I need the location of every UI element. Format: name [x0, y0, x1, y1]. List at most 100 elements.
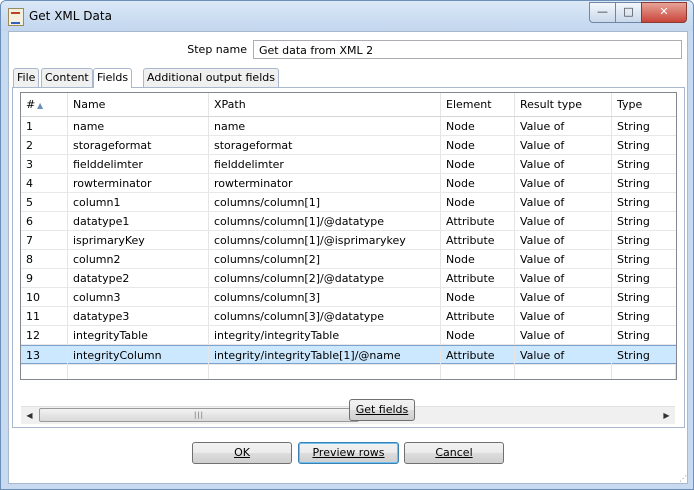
table-row[interactable]: 2 storageformat storageformat Node Value of S…	[21, 136, 676, 155]
get-fields-button[interactable]: Get fields	[349, 399, 415, 421]
empty-cell[interactable]	[209, 364, 441, 379]
cell-name[interactable]: datatype1	[68, 212, 209, 231]
step-name-input[interactable]: Get data from XML 2	[253, 40, 682, 59]
resize-grip-icon[interactable]: ⋰	[679, 474, 691, 486]
cell-name[interactable]: column1	[68, 193, 209, 212]
table-row[interactable]: 13 integrityColumn integrity/integrityTabl…	[21, 345, 676, 365]
cell-type[interactable]: String	[612, 326, 676, 345]
cell-number[interactable]: 1	[21, 117, 68, 136]
cell-number[interactable]: 9	[21, 269, 68, 288]
cell-number[interactable]: 5	[21, 193, 68, 212]
cell-name[interactable]: integrityTable	[68, 326, 209, 345]
cell-name[interactable]: isprimaryKey	[68, 231, 209, 250]
empty-cell[interactable]	[441, 364, 515, 379]
cell-xpath[interactable]: columns/column[3]	[209, 288, 441, 307]
cell-type[interactable]: String	[612, 269, 676, 288]
empty-row[interactable]	[21, 364, 676, 379]
cell-xpath[interactable]: columns/column[2]	[209, 250, 441, 269]
cell-result-type[interactable]: Value of	[515, 117, 612, 136]
preview-rows-button[interactable]: Preview rows	[298, 442, 399, 464]
cell-xpath[interactable]: columns/column[1]	[209, 193, 441, 212]
cell-result-type[interactable]: Value of	[515, 174, 612, 193]
cell-number[interactable]: 3	[21, 155, 68, 174]
cell-name[interactable]: name	[68, 117, 209, 136]
cell-result-type[interactable]: Value of	[515, 193, 612, 212]
title-bar[interactable]: Get XML Data — □ ✕	[1, 1, 693, 31]
table-row[interactable]: 12 integrityTable integrity/integrityTable…	[21, 326, 676, 345]
cell-result-type[interactable]: Value of	[515, 326, 612, 345]
maximize-button[interactable]: □	[615, 2, 642, 23]
table-row[interactable]: 5 column1 columns/column[1] Node Value of Str…	[21, 193, 676, 212]
scrollbar-thumb[interactable]: |||	[39, 408, 359, 422]
minimize-button[interactable]: —	[589, 2, 616, 23]
table-row[interactable]: 10 column3 columns/column[3] Node Value of St…	[21, 288, 676, 307]
cell-xpath[interactable]: name	[209, 117, 441, 136]
cell-result-type[interactable]: Value of	[515, 136, 612, 155]
empty-cell[interactable]	[68, 364, 209, 379]
cell-name[interactable]: fielddelimter	[68, 155, 209, 174]
empty-cell[interactable]	[515, 364, 612, 379]
cell-element[interactable]: Node	[441, 174, 515, 193]
horizontal-scrollbar[interactable]: ◀ ||| ▶	[21, 406, 675, 424]
cell-xpath[interactable]: integrity/integrityTable[1]/@name	[209, 346, 441, 365]
cell-result-type[interactable]: Value of	[515, 212, 612, 231]
cell-type[interactable]: String	[612, 212, 676, 231]
table-row[interactable]: 11 datatype3 columns/column[3]/@datatype At…	[21, 307, 676, 326]
cell-name[interactable]: storageformat	[68, 136, 209, 155]
cell-result-type[interactable]: Value of	[515, 346, 612, 365]
cell-element[interactable]: Node	[441, 288, 515, 307]
cell-name[interactable]: column3	[68, 288, 209, 307]
cell-result-type[interactable]: Value of	[515, 231, 612, 250]
table-row[interactable]: 9 datatype2 columns/column[2]/@datatype Att…	[21, 269, 676, 288]
ok-button[interactable]: OK	[192, 442, 292, 464]
cell-xpath[interactable]: columns/column[2]/@datatype	[209, 269, 441, 288]
scroll-right-icon[interactable]: ▶	[658, 407, 675, 424]
column-header-number[interactable]: # ▲	[21, 93, 68, 116]
cancel-button[interactable]: Cancel	[404, 442, 504, 464]
cell-element[interactable]: Attribute	[441, 212, 515, 231]
cell-name[interactable]: datatype2	[68, 269, 209, 288]
cell-element[interactable]: Node	[441, 193, 515, 212]
cell-number[interactable]: 8	[21, 250, 68, 269]
tab-file[interactable]: File	[13, 68, 40, 87]
cell-element[interactable]: Attribute	[441, 231, 515, 250]
column-header-element[interactable]: Element	[441, 93, 515, 116]
column-header-type[interactable]: Type	[612, 93, 676, 116]
cell-number[interactable]: 2	[21, 136, 68, 155]
cell-type[interactable]: String	[612, 346, 676, 365]
cell-result-type[interactable]: Value of	[515, 155, 612, 174]
cell-type[interactable]: String	[612, 136, 676, 155]
table-row[interactable]: 8 column2 columns/column[2] Node Value of Str…	[21, 250, 676, 269]
cell-number[interactable]: 4	[21, 174, 68, 193]
cell-number[interactable]: 6	[21, 212, 68, 231]
cell-element[interactable]: Attribute	[441, 269, 515, 288]
cell-xpath[interactable]: storageformat	[209, 136, 441, 155]
table-row[interactable]: 7 isprimaryKey columns/column[1]/@isprimar…	[21, 231, 676, 250]
cell-element[interactable]: Node	[441, 136, 515, 155]
table-row[interactable]: 6 datatype1 columns/column[1]/@datatype Att…	[21, 212, 676, 231]
table-row[interactable]: 4 rowterminator rowterminator Node Value of S…	[21, 174, 676, 193]
cell-type[interactable]: String	[612, 307, 676, 326]
cell-name[interactable]: integrityColumn	[68, 346, 209, 365]
table-row[interactable]: 3 fielddelimter fielddelimter Node Value of S…	[21, 155, 676, 174]
scroll-left-icon[interactable]: ◀	[21, 407, 38, 424]
column-header-result-type[interactable]: Result type	[515, 93, 612, 116]
cell-element[interactable]: Node	[441, 155, 515, 174]
cell-number[interactable]: 7	[21, 231, 68, 250]
cell-element[interactable]: Node	[441, 117, 515, 136]
cell-element[interactable]: Node	[441, 250, 515, 269]
cell-xpath[interactable]: columns/column[3]/@datatype	[209, 307, 441, 326]
cell-type[interactable]: String	[612, 117, 676, 136]
cell-type[interactable]: String	[612, 155, 676, 174]
cell-xpath[interactable]: rowterminator	[209, 174, 441, 193]
table-row[interactable]: 1 name name Node Value of String	[21, 117, 676, 136]
cell-element[interactable]: Attribute	[441, 346, 515, 365]
tab-additional-output-fields[interactable]: Additional output fields	[143, 68, 279, 87]
cell-number[interactable]: 13	[21, 346, 68, 365]
cell-type[interactable]: String	[612, 174, 676, 193]
close-button[interactable]: ✕	[641, 2, 687, 23]
cell-name[interactable]: datatype3	[68, 307, 209, 326]
column-header-xpath[interactable]: XPath	[209, 93, 441, 116]
cell-number[interactable]: 12	[21, 326, 68, 345]
cell-type[interactable]: String	[612, 288, 676, 307]
